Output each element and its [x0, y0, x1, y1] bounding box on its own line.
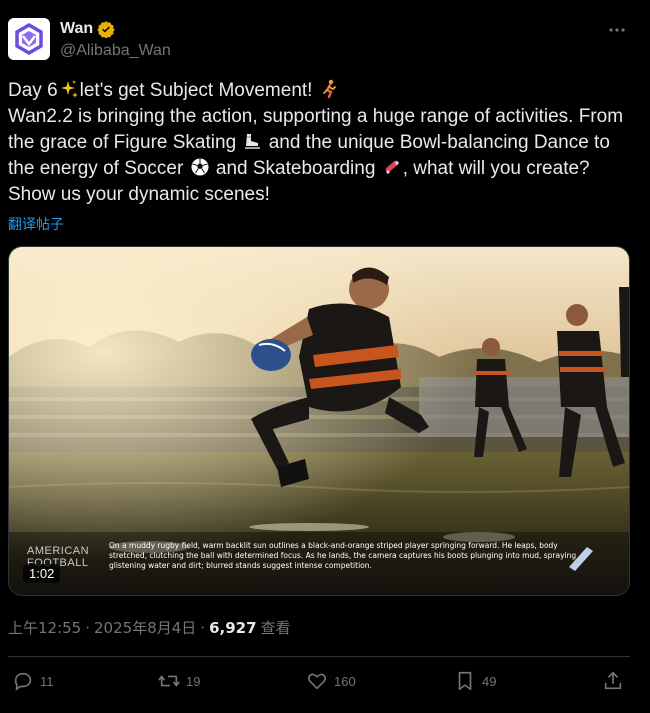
more-options-button[interactable]: [604, 20, 630, 40]
ice-skate-icon: [245, 134, 261, 149]
separator: ·: [85, 618, 91, 637]
text-segment: and Skateboarding: [215, 158, 376, 179]
repost-icon: [158, 675, 180, 687]
video-player[interactable]: AMERICAN FOOTBALL On a muddy rugby field…: [8, 246, 630, 596]
tweet-header: Wan @Alibaba_Wan: [8, 18, 638, 64]
post-time[interactable]: 上午12:55: [8, 617, 81, 638]
wan-logo-icon: [15, 22, 43, 56]
soccer-ball-icon: [191, 158, 209, 176]
text-line: Wan2.2 is bringing the action, supportin…: [8, 106, 624, 127]
views-count[interactable]: 6,927: [209, 619, 256, 637]
text-line: Day 6 let's get Subject Movement!: [8, 78, 634, 104]
person-running-icon: [322, 79, 336, 99]
translate-post-link[interactable]: 翻译帖子: [8, 214, 64, 234]
share-button[interactable]: [602, 670, 624, 692]
heart-icon: [307, 673, 327, 690]
text-segment: and the unique Bowl-balancing Dance to: [268, 132, 610, 153]
post-metadata: 上午12:55 · 2025年8月4日 · 6,927 查看: [8, 617, 291, 638]
action-bar: 11 19 160 49: [8, 670, 630, 696]
bookmark-count: 49: [482, 673, 497, 689]
verified-badge-icon: [97, 21, 115, 38]
skateboard-icon: [385, 160, 399, 174]
bookmark-icon: [458, 671, 472, 691]
video-caption: On a muddy rugby field, warm backlit sun…: [109, 541, 577, 570]
reply-count: 11: [40, 673, 54, 689]
tweet-text: Day 6 let's get Subject Movement! Wan2.2…: [8, 78, 634, 208]
separator: ·: [200, 618, 206, 637]
text-line: the energy of Soccer and Skateboarding ,…: [8, 156, 634, 182]
text-segment: the grace of Figure Skating: [8, 132, 237, 153]
video-duration: 1:02: [23, 564, 61, 583]
repost-count: 19: [186, 673, 201, 689]
divider: [8, 656, 630, 657]
sparkles-icon: [60, 80, 78, 98]
text-line: Show us your dynamic scenes!: [8, 184, 270, 205]
author-display-name[interactable]: Wan: [60, 19, 171, 39]
author-names: Wan @Alibaba_Wan: [60, 19, 171, 60]
text-segment: , what will you create?: [402, 158, 590, 179]
author-handle[interactable]: @Alibaba_Wan: [60, 42, 171, 60]
avatar[interactable]: [8, 18, 50, 60]
tweet: Wan @Alibaba_Wan Day 6 let's get Subject: [0, 0, 650, 713]
more-dots-icon: [609, 28, 625, 32]
text-line: the grace of Figure Skating and the uniq…: [8, 130, 634, 156]
text-segment: Day 6: [8, 80, 58, 101]
like-button[interactable]: 160: [306, 670, 356, 692]
text-segment: let's get Subject Movement!: [79, 80, 313, 101]
repost-button[interactable]: 19: [158, 670, 200, 692]
post-date[interactable]: 2025年8月4日: [94, 617, 196, 638]
display-name-text[interactable]: Wan: [60, 20, 93, 38]
like-count: 160: [334, 673, 356, 689]
reply-icon: [14, 672, 32, 692]
bookmark-button[interactable]: 49: [454, 670, 496, 692]
views-label[interactable]: 查看: [261, 617, 291, 638]
share-icon: [604, 671, 622, 690]
text-segment: the energy of Soccer: [8, 158, 184, 179]
reply-button[interactable]: 11: [12, 670, 54, 692]
